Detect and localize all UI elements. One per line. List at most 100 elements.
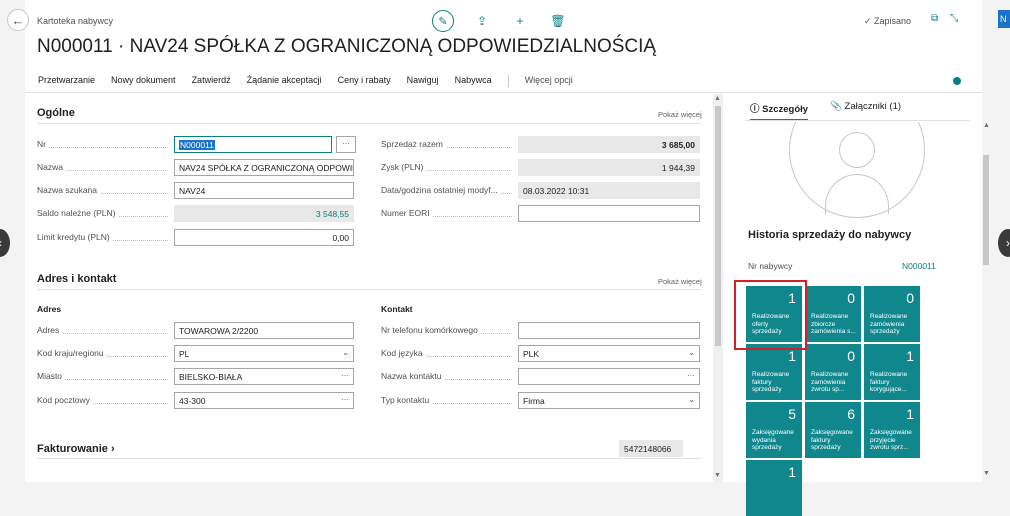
factbox-scrollbar[interactable]: ▲ ▼: [981, 118, 991, 482]
collapse-icon[interactable]: ⤡: [950, 13, 958, 24]
customer-nr-link[interactable]: N000011: [902, 261, 936, 271]
sales-history-tile[interactable]: 1: [746, 460, 802, 516]
action-nabywca[interactable]: Nabywca: [455, 75, 492, 87]
field-row: Kod języka PLK ⌄: [381, 345, 700, 362]
field-row: Zysk (PLN) 1 944,39: [381, 159, 700, 176]
contact-field-input[interactable]: Firma ⌄: [518, 392, 700, 409]
tile-count: 0: [847, 290, 855, 306]
fb-scroll-up-icon[interactable]: ▲: [983, 122, 990, 129]
share-icon[interactable]: ⇪: [472, 10, 492, 32]
action-przetwarzanie[interactable]: Przetwarzanie: [38, 75, 95, 87]
corner-tab[interactable]: N: [998, 10, 1010, 28]
next-record-arrow-icon[interactable]: ›: [998, 229, 1010, 257]
field-row: Numer EORI: [381, 205, 700, 222]
tile-label: Realizowane zamówienia sprzedaży: [870, 313, 908, 335]
balance-due-value: 3 548,55: [174, 205, 354, 222]
nr-lookup-button[interactable]: ···: [336, 136, 356, 153]
ellipsis-icon[interactable]: ···: [341, 395, 349, 404]
main-content: Ogólne Pokaż więcej Nr N000011 ··· Nazwa NAV…: [25, 94, 713, 482]
fb-scroll-down-icon[interactable]: ▼: [983, 470, 990, 477]
contact-field-input[interactable]: [518, 322, 700, 339]
action-bar: Przetwarzanie Nowy dokument Zatwierdź Żą…: [25, 69, 982, 93]
tab-divider: [745, 120, 970, 121]
address-show-more[interactable]: Pokaż więcej: [658, 277, 702, 286]
address-subtitle: Adres: [37, 304, 62, 314]
eori-input[interactable]: [518, 205, 700, 222]
action-nowy-dokument[interactable]: Nowy dokument: [111, 75, 176, 87]
prev-record-arrow-icon[interactable]: ‹: [0, 229, 10, 257]
scroll-thumb[interactable]: [715, 106, 721, 346]
tile-label: Zaksięgowane przyjęcie zwrotu sprz...: [870, 429, 912, 451]
more-options-button[interactable]: Więcej opcji: [525, 75, 573, 87]
action-zatwierdz[interactable]: Zatwierdź: [192, 75, 231, 87]
top-actions: ✎ ⇪ + 🗑: [432, 10, 568, 32]
search-name-input[interactable]: NAV24: [174, 182, 354, 199]
field-row: Sprzedaż razem 3 685,00: [381, 136, 700, 153]
field-row: Typ kontaktu Firma ⌄: [381, 392, 700, 409]
delete-icon[interactable]: 🗑: [548, 10, 568, 32]
sales-history-tile[interactable]: 0 Realizowane zamówienia zwrotu sp...: [805, 344, 861, 400]
field-row: Nr N000011 ···: [37, 136, 357, 153]
scroll-up-icon[interactable]: ▲: [714, 95, 721, 102]
field-row: Data/godzina ostatniej modyf... 08.03.202…: [381, 182, 700, 199]
general-show-more[interactable]: Pokaż więcej: [658, 110, 702, 119]
scroll-down-icon[interactable]: ▼: [714, 472, 721, 479]
field-row: Adres TOWAROWA 2/2200: [37, 322, 354, 339]
section-invoicing-title[interactable]: Fakturowanie ›: [37, 443, 115, 455]
sales-history-tile[interactable]: 1 Zaksięgowane przyjęcie zwrotu sprz...: [864, 402, 920, 458]
chevron-down-icon[interactable]: ⌄: [688, 395, 695, 404]
sales-history-tile[interactable]: 0 Realizowane zbiorcze zamówienia s...: [805, 286, 861, 342]
tile-count: 0: [906, 290, 914, 306]
tile-label: Realizowane faktury korygujące...: [870, 371, 908, 393]
customer-nr-label: Nr nabywcy: [748, 261, 793, 271]
sales-history-tile[interactable]: 0 Realizowane zamówienia sprzedaży: [864, 286, 920, 342]
invoicing-summary-value: 5472148066: [619, 440, 683, 457]
main-scrollbar[interactable]: ▲ ▼: [713, 94, 723, 482]
address-field-input[interactable]: 43-300 ···: [174, 392, 354, 409]
tab-details[interactable]: ⓘ Szczegóły: [750, 101, 809, 121]
field-row: Nazwa kontaktu ···: [381, 368, 700, 385]
section-address-title[interactable]: Adres i kontakt: [37, 273, 116, 285]
tab-attachments[interactable]: 📎 Załączniki (1): [830, 101, 901, 121]
section-general-title[interactable]: Ogólne: [37, 107, 75, 119]
contact-field-input[interactable]: PLK ⌄: [518, 345, 700, 362]
sales-history-title: Historia sprzedaży do nabywcy: [748, 229, 912, 241]
address-field-input[interactable]: BIELSKO-BIAŁA ···: [174, 368, 354, 385]
ellipsis-icon[interactable]: ···: [341, 371, 349, 380]
add-icon[interactable]: +: [510, 10, 530, 32]
tile-label: [752, 487, 798, 511]
ellipsis-icon[interactable]: ···: [687, 371, 695, 380]
divider: [37, 289, 701, 290]
action-separator: [507, 75, 509, 87]
window-icons: ⧉ ⤡: [931, 13, 958, 24]
address-field-input[interactable]: PL ⌄: [174, 345, 354, 362]
name-input[interactable]: NAV24 SPÓŁKA Z OGRANICZONĄ ODPOWIEI: [174, 159, 354, 176]
back-arrow-icon[interactable]: ←: [7, 9, 29, 31]
chevron-down-icon[interactable]: ⌄: [342, 348, 349, 357]
action-ceny-i-rabaty[interactable]: Ceny i rabaty: [338, 75, 391, 87]
address-field-input[interactable]: TOWAROWA 2/2200: [174, 322, 354, 339]
field-label: Adres: [37, 325, 63, 335]
action-nawiguj[interactable]: Nawiguj: [407, 75, 439, 87]
sales-history-tile[interactable]: 1 Realizowane faktury sprzedaży: [746, 344, 802, 400]
field-label: Nr telefonu komórkowego: [381, 325, 481, 335]
edit-pencil-icon[interactable]: ✎: [432, 10, 454, 32]
sales-history-tile[interactable]: 5 Zaksięgowane wydania sprzedaży: [746, 402, 802, 458]
fb-scroll-thumb[interactable]: [983, 155, 989, 265]
sales-history-tile[interactable]: 6 Zaksięgowane faktury sprzedaży: [805, 402, 861, 458]
customer-card-page: ← Kartoteka nabywcy N000011 · NAV24 SPÓŁ…: [7, 0, 990, 516]
credit-limit-input[interactable]: 0,00: [174, 229, 354, 246]
field-label: Data/godzina ostatniej modyf...: [381, 185, 501, 195]
action-zadanie-akceptacji[interactable]: Żądanie akceptacji: [247, 75, 322, 87]
customer-avatar-icon[interactable]: [789, 122, 925, 218]
last-modified-value: 08.03.2022 10:31: [518, 182, 700, 199]
chevron-down-icon[interactable]: ⌄: [688, 348, 695, 357]
status-dot-icon[interactable]: [953, 77, 961, 85]
sales-history-tile[interactable]: 1 Realizowane faktury korygujące...: [864, 344, 920, 400]
nr-input[interactable]: N000011: [174, 136, 332, 153]
field-label: Saldo należne (PLN): [37, 208, 119, 218]
open-new-window-icon[interactable]: ⧉: [931, 13, 938, 24]
tile-label: Realizowane zbiorcze zamówienia s...: [811, 313, 856, 335]
field-label: Nazwa: [37, 162, 66, 172]
contact-field-input[interactable]: ···: [518, 368, 700, 385]
